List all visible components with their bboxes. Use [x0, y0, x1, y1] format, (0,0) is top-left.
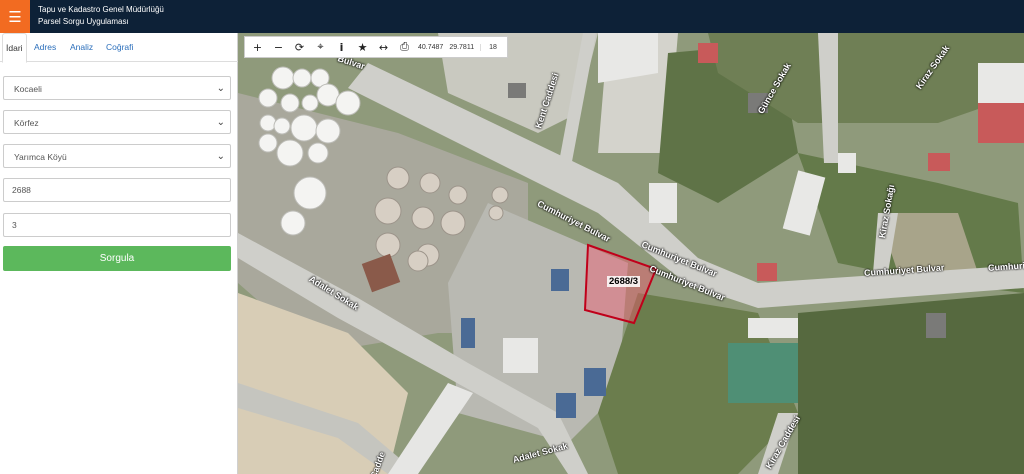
tab-cografi[interactable]: Coğrafi: [103, 33, 136, 62]
org-title: Tapu ve Kadastro Genel Müdürlüğü: [38, 5, 164, 14]
tab-bar: İdari Adres Analiz Coğrafi: [0, 33, 238, 63]
tab-idari[interactable]: İdari: [2, 33, 27, 63]
refresh-icon: ⟳: [294, 40, 305, 54]
menu-button[interactable]: ☰: [0, 0, 30, 33]
info-button[interactable]: i: [331, 37, 352, 57]
plus-icon: +: [252, 40, 263, 54]
province-select[interactable]: Kocaeli ⌄: [3, 76, 231, 100]
locate-button[interactable]: ⌖: [310, 37, 331, 57]
chevron-down-icon: ⌄: [216, 117, 225, 128]
parcel-input[interactable]: [3, 213, 231, 237]
app-header: ☰ Tapu ve Kadastro Genel Müdürlüğü Parse…: [0, 0, 1024, 33]
zoom-in-button[interactable]: +: [247, 37, 268, 57]
refresh-button[interactable]: ⟳: [289, 37, 310, 57]
print-button[interactable]: ⎙: [394, 37, 415, 57]
query-sidebar: İdari Adres Analiz Coğrafi Kocaeli ⌄ Kör…: [0, 33, 238, 474]
parcel-label: 2688/3: [607, 276, 641, 287]
zoom-level: 18: [480, 43, 505, 51]
print-icon: ⎙: [400, 40, 409, 53]
neighborhood-value: Yarımca Köyü: [14, 152, 67, 162]
measure-button[interactable]: ↔: [373, 37, 394, 57]
favorite-button[interactable]: ★: [352, 37, 373, 57]
query-button[interactable]: Sorgula: [3, 246, 231, 271]
minus-icon: −: [273, 40, 284, 54]
district-select[interactable]: Körfez ⌄: [3, 110, 231, 134]
satellite-map[interactable]: Bulvar Cumhuriyet Bulvar Cumhuriyet Bulv…: [238, 33, 1024, 474]
map-imagery: [238, 33, 1024, 474]
longitude-readout: 29.7811: [449, 43, 475, 51]
block-input[interactable]: [3, 178, 231, 202]
hamburger-icon: ☰: [8, 8, 22, 26]
chevron-down-icon: ⌄: [216, 151, 225, 162]
measure-icon: ↔: [378, 40, 389, 54]
neighborhood-select[interactable]: Yarımca Köyü ⌄: [3, 144, 231, 168]
tab-adres[interactable]: Adres: [31, 33, 59, 62]
zoom-out-button[interactable]: −: [268, 37, 289, 57]
province-value: Kocaeli: [14, 84, 42, 94]
app-title: Parsel Sorgu Uygulaması: [38, 17, 129, 26]
map-toolbar: + − ⟳ ⌖ i ★ ↔ ⎙ 40.7487 29.7811 18: [244, 36, 508, 58]
info-icon: i: [339, 40, 344, 54]
chevron-down-icon: ⌄: [216, 83, 225, 94]
district-value: Körfez: [14, 118, 39, 128]
tab-analiz[interactable]: Analiz: [67, 33, 96, 62]
crosshair-icon: ⌖: [317, 40, 324, 53]
latitude-readout: 40.7487: [418, 43, 444, 51]
star-icon: ★: [357, 40, 368, 54]
